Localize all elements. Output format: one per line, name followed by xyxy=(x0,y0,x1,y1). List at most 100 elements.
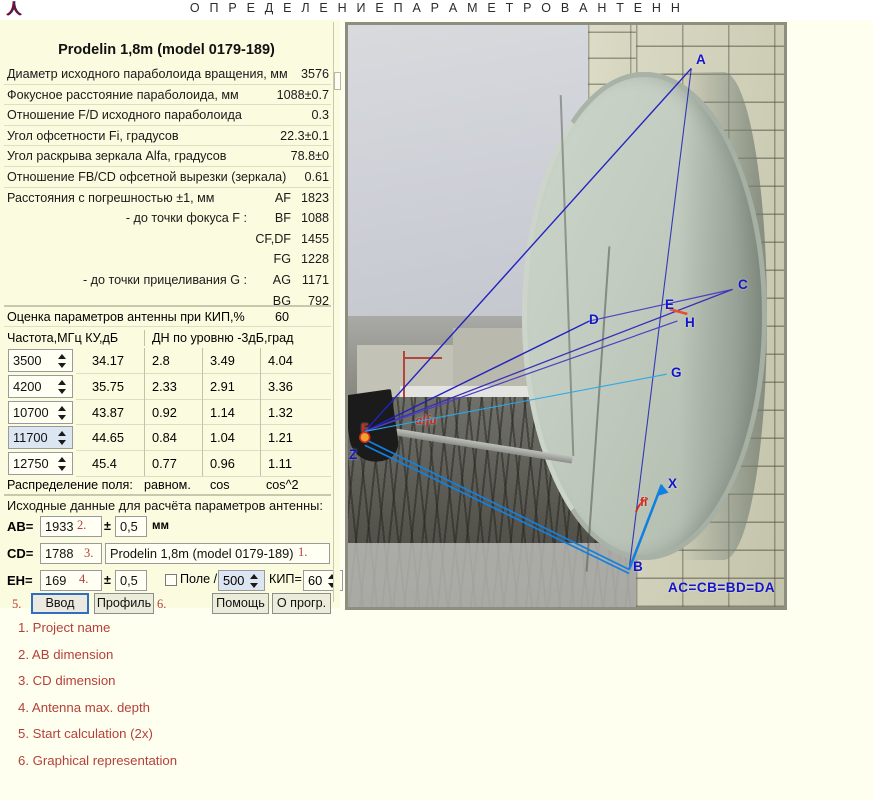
frequency-table: 3500 34.17 2.8 3.49 4.04 4200 35.75 2.33… xyxy=(4,348,331,477)
header-divider xyxy=(144,330,145,346)
parameters-panel: Prodelin 1,8m (model 0179-189) Диаметр и… xyxy=(0,20,359,614)
result-value: 0.61 xyxy=(304,169,329,184)
result-value: 78.8±0 xyxy=(290,149,329,164)
point-label-d: D xyxy=(589,312,599,327)
stepper-arrows-icon[interactable] xyxy=(58,404,70,422)
result-label: Отношение FB/CD офсетной вырезки (зеркал… xyxy=(7,169,287,184)
legend-item: 6. Graphical representation xyxy=(18,752,178,768)
marker-4: 4. xyxy=(79,572,89,586)
about-button[interactable]: О прогр. xyxy=(272,593,331,614)
field-divisor-stepper[interactable]: 500 xyxy=(218,570,265,591)
table-row[interactable]: 10700 43.87 0.92 1.14 1.32 xyxy=(4,400,331,426)
stepper-arrows-icon[interactable] xyxy=(58,378,70,396)
cd-value: 1788 xyxy=(45,546,74,561)
eh-value: 169 xyxy=(45,573,67,588)
profile-button[interactable]: Профиль xyxy=(94,593,154,614)
stepper-arrows-icon[interactable] xyxy=(250,573,262,589)
point-label-b: B xyxy=(633,559,643,574)
table-row[interactable]: 4200 35.75 2.33 2.91 3.36 xyxy=(4,374,331,400)
legend-item: 1. Project name xyxy=(18,620,111,635)
stepper-arrows-icon[interactable] xyxy=(58,455,70,473)
eh-tolerance-value: 0,5 xyxy=(120,573,138,588)
result-key: AF xyxy=(274,190,291,205)
equality-note: AC=CB=BD=DA xyxy=(668,580,776,595)
gain-value: 45.4 xyxy=(92,456,117,472)
frequency-stepper[interactable]: 12750 xyxy=(8,452,73,476)
result-row: Угол раскрыва зеркала Alfa, градусов 78.… xyxy=(4,146,331,167)
section-divider xyxy=(4,494,331,496)
beamwidth-uniform: 2.8 xyxy=(152,353,170,368)
result-label: - до точки фокуса F : xyxy=(125,211,247,226)
results-list: Диаметр исходного параболоида вращения, … xyxy=(4,64,331,311)
result-value: 1228 xyxy=(300,252,329,267)
gain-value: 44.65 xyxy=(92,430,125,446)
eh-tolerance-input[interactable]: 0,5 xyxy=(115,570,147,591)
ab-label: AB= xyxy=(7,519,34,534)
table-row[interactable]: 11700 44.65 0.84 1.04 1.21 xyxy=(4,425,331,452)
eh-label: EH= xyxy=(7,573,33,588)
field-checkbox[interactable] xyxy=(165,574,177,586)
antenna-photo-frame: alfa A C E H D G F Z X fi B AC=CB=BD=DA xyxy=(345,22,787,610)
eh-input[interactable]: 169 xyxy=(40,570,102,591)
page-root: 人 О П Р Е Д Е Л Е Н И Е П А Р А М Е Т Р … xyxy=(0,0,873,800)
beamwidth-uniform: 2.33 xyxy=(152,378,177,394)
point-label-e: E xyxy=(665,297,675,312)
result-value: 1171 xyxy=(301,272,329,287)
ab-input[interactable]: 1933 xyxy=(40,516,102,537)
ab-tolerance-input[interactable]: 0,5 xyxy=(115,516,147,537)
point-label-z: Z xyxy=(349,447,358,462)
result-row: Расстояния с погрешностью ±1, мм AF 1823 xyxy=(4,188,331,209)
frequency-stepper[interactable]: 3500 xyxy=(8,349,73,372)
legend-item: 2. AB dimension xyxy=(18,646,114,662)
frequency-stepper[interactable]: 10700 xyxy=(8,400,73,424)
point-label-c: C xyxy=(738,277,748,292)
enter-button[interactable]: Ввод xyxy=(31,593,89,614)
distribution-uniform: равном. xyxy=(144,478,191,492)
beamwidth-uniform: 0.84 xyxy=(152,430,177,446)
result-value: 0.3 xyxy=(311,108,329,123)
result-label: Фокусное расстояние параболоида, мм xyxy=(7,87,239,102)
gain-value: 34.17 xyxy=(92,353,125,368)
efficiency-row: Оценка параметров антенны при КИП,% 60 xyxy=(4,308,331,327)
table-row[interactable]: 3500 34.17 2.8 3.49 4.04 xyxy=(4,348,331,374)
efficiency-label: Оценка параметров антенны при КИП,% xyxy=(7,310,245,324)
scrollbar-thumb[interactable] xyxy=(334,72,341,90)
header-beamwidth: ДН по уровню -3дБ,град xyxy=(152,331,294,345)
point-label-h: H xyxy=(685,315,695,330)
beamwidth-cos: 0.96 xyxy=(210,456,235,472)
ab-unit-label: мм xyxy=(152,520,170,532)
table-row[interactable]: 12750 45.4 0.77 0.96 1.11 xyxy=(4,451,331,477)
geometry-overlay xyxy=(359,67,733,575)
distribution-cos2: cos^2 xyxy=(266,478,299,492)
help-button[interactable]: Помощь xyxy=(212,593,269,614)
result-row: - до точки фокуса F : BF 1088 xyxy=(4,208,331,229)
beamwidth-cos2: 1.32 xyxy=(268,404,293,420)
result-label: Расстояния с погрешностью ±1, мм xyxy=(7,190,215,205)
frequency-stepper[interactable]: 11700 xyxy=(8,426,73,450)
result-row: Угол офсетности Fi, градусов 22.3±0.1 xyxy=(4,126,331,147)
stepper-arrows-icon[interactable] xyxy=(58,429,70,447)
frequency-value: 11700 xyxy=(13,430,48,446)
frequency-value: 3500 xyxy=(13,353,42,368)
gain-value: 35.75 xyxy=(92,378,125,394)
distribution-cos: cos xyxy=(210,478,230,492)
result-key: BF xyxy=(274,211,291,226)
stepper-arrows-icon[interactable] xyxy=(58,352,70,370)
result-value: 22.3±0.1 xyxy=(280,128,329,143)
field-distribution-row: Распределение поля: равном. cos cos^2 xyxy=(4,476,331,494)
ab-value: 1933 xyxy=(45,519,74,534)
field-divisor-value: 500 xyxy=(223,573,245,588)
result-label: - до точки прицеливания G : xyxy=(82,272,247,287)
result-value: 1455 xyxy=(300,231,329,246)
panel-scrollbar[interactable] xyxy=(333,22,341,602)
result-label: Угол офсетности Fi, градусов xyxy=(7,128,179,143)
beamwidth-cos2: 1.11 xyxy=(268,456,292,472)
project-name-input[interactable]: Prodelin 1,8m (model 0179-189) xyxy=(105,543,330,564)
frequency-stepper[interactable]: 4200 xyxy=(8,374,73,398)
panel-heading: Prodelin 1,8m (model 0179-189) xyxy=(58,42,275,58)
result-row: - до точки прицеливания G : AG 1171 xyxy=(4,270,331,291)
antenna-photo: alfa A C E H D G F Z X fi B AC=CB=BD=DA xyxy=(348,25,784,607)
table-column-divider xyxy=(202,348,203,476)
eh-tolerance-sign: ± xyxy=(104,573,111,587)
point-label-x: X xyxy=(668,476,678,491)
